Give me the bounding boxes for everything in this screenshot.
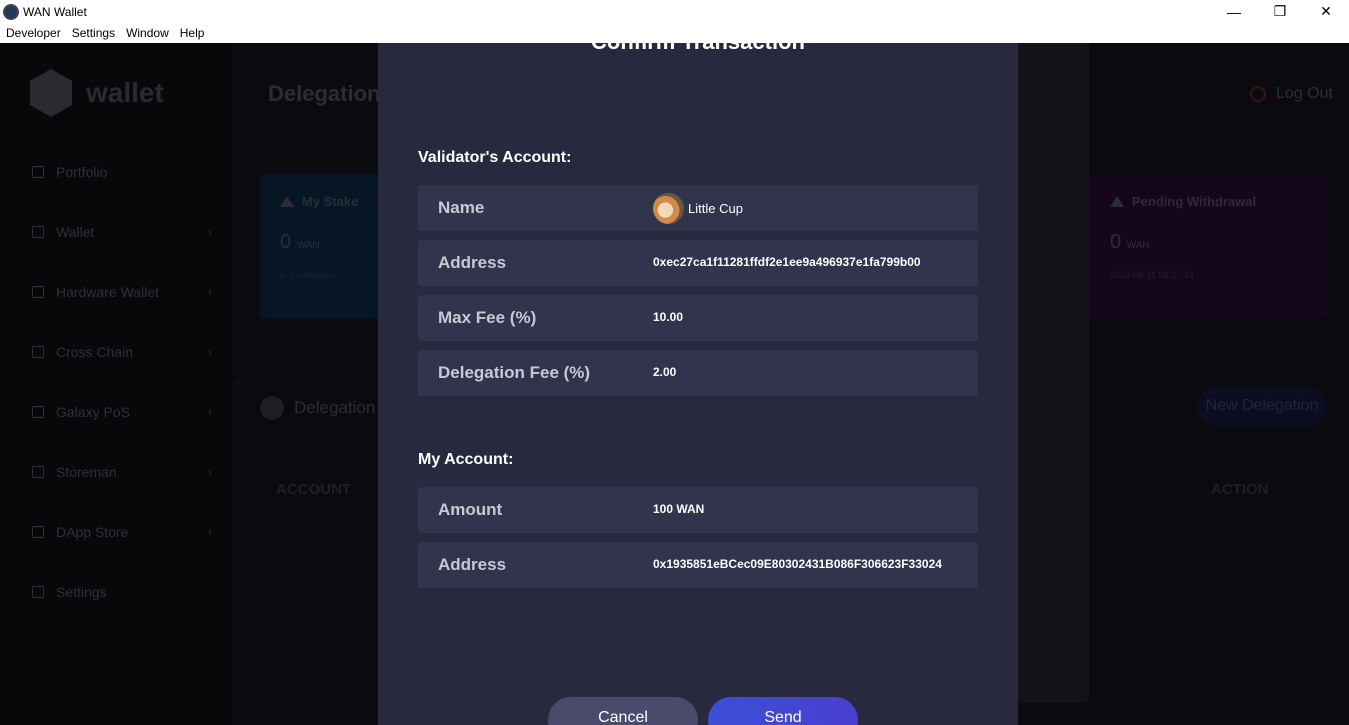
card-value-number: 0	[280, 231, 292, 253]
my-address-row: Address 0x1935851eBCec09E80302431B086F30…	[418, 542, 978, 588]
sidebar-item-wallet[interactable]: Wallet ›	[32, 220, 222, 244]
row-label: Max Fee (%)	[438, 308, 537, 327]
logout-button[interactable]: Log Out	[1250, 85, 1333, 103]
sidebar-item-galaxy-pos[interactable]: Galaxy PoS ›	[32, 400, 222, 424]
sidebar-item-label: Settings	[56, 584, 107, 600]
sidebar-item-label: Wallet	[56, 224, 95, 240]
validator-avatar	[653, 193, 684, 224]
cancel-button[interactable]: Cancel	[548, 697, 698, 725]
user-icon	[32, 166, 44, 178]
logo-text: wallet	[86, 77, 164, 108]
menu-developer[interactable]: Developer	[6, 26, 61, 40]
chevron-right-icon: ›	[208, 525, 212, 539]
lock-icon	[32, 286, 44, 298]
delegation-icon	[260, 396, 284, 420]
collapse-sidebar-icon[interactable]: ‹	[236, 378, 239, 389]
validator-section-title: Validator's Account:	[418, 149, 572, 166]
menu-settings[interactable]: Settings	[72, 26, 115, 40]
menu-window[interactable]: Window	[126, 26, 169, 40]
card-label-text: My Stake	[302, 194, 359, 209]
app-icon	[3, 3, 19, 20]
logo: wallet	[30, 69, 164, 117]
title-bar: WAN Wallet — ❐ ✕	[0, 0, 1349, 23]
minimize-button[interactable]: —	[1211, 0, 1257, 23]
card-value-unit: WAN	[1126, 240, 1150, 251]
validator-address-row: Address 0xec27ca1f11281ffdf2e1ee9a496937…	[418, 240, 978, 286]
card-label: Pending Withdrawal	[1110, 194, 1308, 209]
card-subtext: in 0 validators	[280, 270, 336, 280]
window-title: WAN Wallet	[23, 4, 87, 19]
menu-help[interactable]: Help	[180, 26, 205, 40]
menu-bar: Developer Settings Window Help	[0, 23, 1349, 43]
new-delegation-button[interactable]: New Delegation	[1197, 386, 1327, 426]
storeman-icon	[32, 466, 44, 478]
max-fee-row: Max Fee (%) 10.00	[418, 295, 978, 341]
confirm-transaction-modal: Confirm Transaction Validator's Account:…	[378, 43, 1018, 725]
card-subtext: 2022-08-31 04:37:34	[1110, 270, 1194, 280]
page-title: Delegation	[268, 81, 381, 106]
card-value-number: 0	[1110, 231, 1122, 253]
my-account-section-title: My Account:	[418, 451, 514, 468]
sidebar-item-label: Hardware Wallet	[56, 284, 159, 300]
card-value-unit: WAN	[296, 240, 320, 251]
column-header-action: ACTION	[1211, 481, 1269, 498]
chevron-right-icon: ›	[208, 285, 212, 299]
sidebar-item-label: DApp Store	[56, 524, 129, 540]
logo-icon	[30, 69, 72, 117]
sidebar-item-portfolio[interactable]: Portfolio	[32, 160, 222, 184]
chevron-right-icon: ›	[208, 465, 212, 479]
validator-address-value: 0xec27ca1f11281ffdf2e1ee9a496937e1fa799b…	[653, 255, 921, 269]
validator-name-value: Little Cup	[688, 201, 743, 216]
delegation-fee-row: Delegation Fee (%) 2.00	[418, 350, 978, 396]
chart-icon	[32, 526, 44, 538]
stake-icon	[280, 196, 294, 207]
gear-icon	[32, 586, 44, 598]
sidebar-item-label: Storeman	[56, 464, 117, 480]
row-label: Amount	[438, 500, 503, 519]
amount-value: 100 WAN	[653, 502, 705, 516]
sidebar: wallet Portfolio Wallet › Hardware Wallet…	[0, 43, 232, 725]
delegation-fee-value: 2.00	[653, 365, 677, 379]
my-address-value: 0x1935851eBCec09E80302431B086F306623F330…	[653, 557, 942, 571]
card-value: 0 WAN	[280, 231, 380, 254]
sidebar-item-cross-chain[interactable]: Cross Chain ›	[32, 340, 222, 364]
card-label-text: Pending Withdrawal	[1132, 194, 1257, 209]
validator-name-row: Name Little Cup	[418, 185, 978, 231]
chevron-right-icon: ›	[208, 225, 212, 239]
close-button[interactable]: ✕	[1303, 0, 1349, 23]
restore-button[interactable]: ❐	[1257, 0, 1303, 23]
row-label: Address	[438, 253, 507, 272]
modal-title: Confirm Transaction	[378, 43, 1018, 55]
max-fee-value: 10.00	[653, 310, 684, 324]
row-label: Address	[438, 555, 507, 574]
chevron-right-icon: ›	[208, 405, 212, 419]
card-value: 0 WAN	[1110, 231, 1308, 254]
pending-withdrawal-card: Pending Withdrawal 0 WAN 2022-08-31 04:3…	[1090, 174, 1328, 319]
pie-icon	[32, 406, 44, 418]
withdrawal-icon	[1110, 196, 1124, 207]
card-label: My Stake	[280, 194, 380, 209]
sidebar-item-hardware-wallet[interactable]: Hardware Wallet ›	[32, 280, 222, 304]
delegation-list-heading: Delegation L	[260, 396, 389, 420]
sidebar-item-settings[interactable]: Settings	[32, 580, 222, 604]
power-icon	[1250, 86, 1266, 102]
wallet-icon	[32, 226, 44, 238]
send-button[interactable]: Send	[708, 697, 858, 725]
delegation-heading-text: Delegation L	[294, 398, 390, 417]
sidebar-item-storeman[interactable]: Storeman ›	[32, 460, 222, 484]
background-panel	[1018, 43, 1089, 703]
logout-label: Log Out	[1276, 85, 1333, 102]
sidebar-item-label: Cross Chain	[56, 344, 134, 360]
chevron-right-icon: ›	[208, 345, 212, 359]
window-controls: — ❐ ✕	[1211, 0, 1349, 23]
column-header-account: ACCOUNT	[276, 481, 351, 498]
sidebar-item-dapp-store[interactable]: DApp Store ›	[32, 520, 222, 544]
sidebar-item-label: Galaxy PoS	[56, 404, 130, 420]
cross-chain-icon	[32, 346, 44, 358]
sidebar-item-label: Portfolio	[56, 164, 108, 180]
amount-row: Amount 100 WAN	[418, 487, 978, 533]
row-label: Delegation Fee (%)	[438, 363, 591, 382]
row-label: Name	[438, 198, 485, 217]
